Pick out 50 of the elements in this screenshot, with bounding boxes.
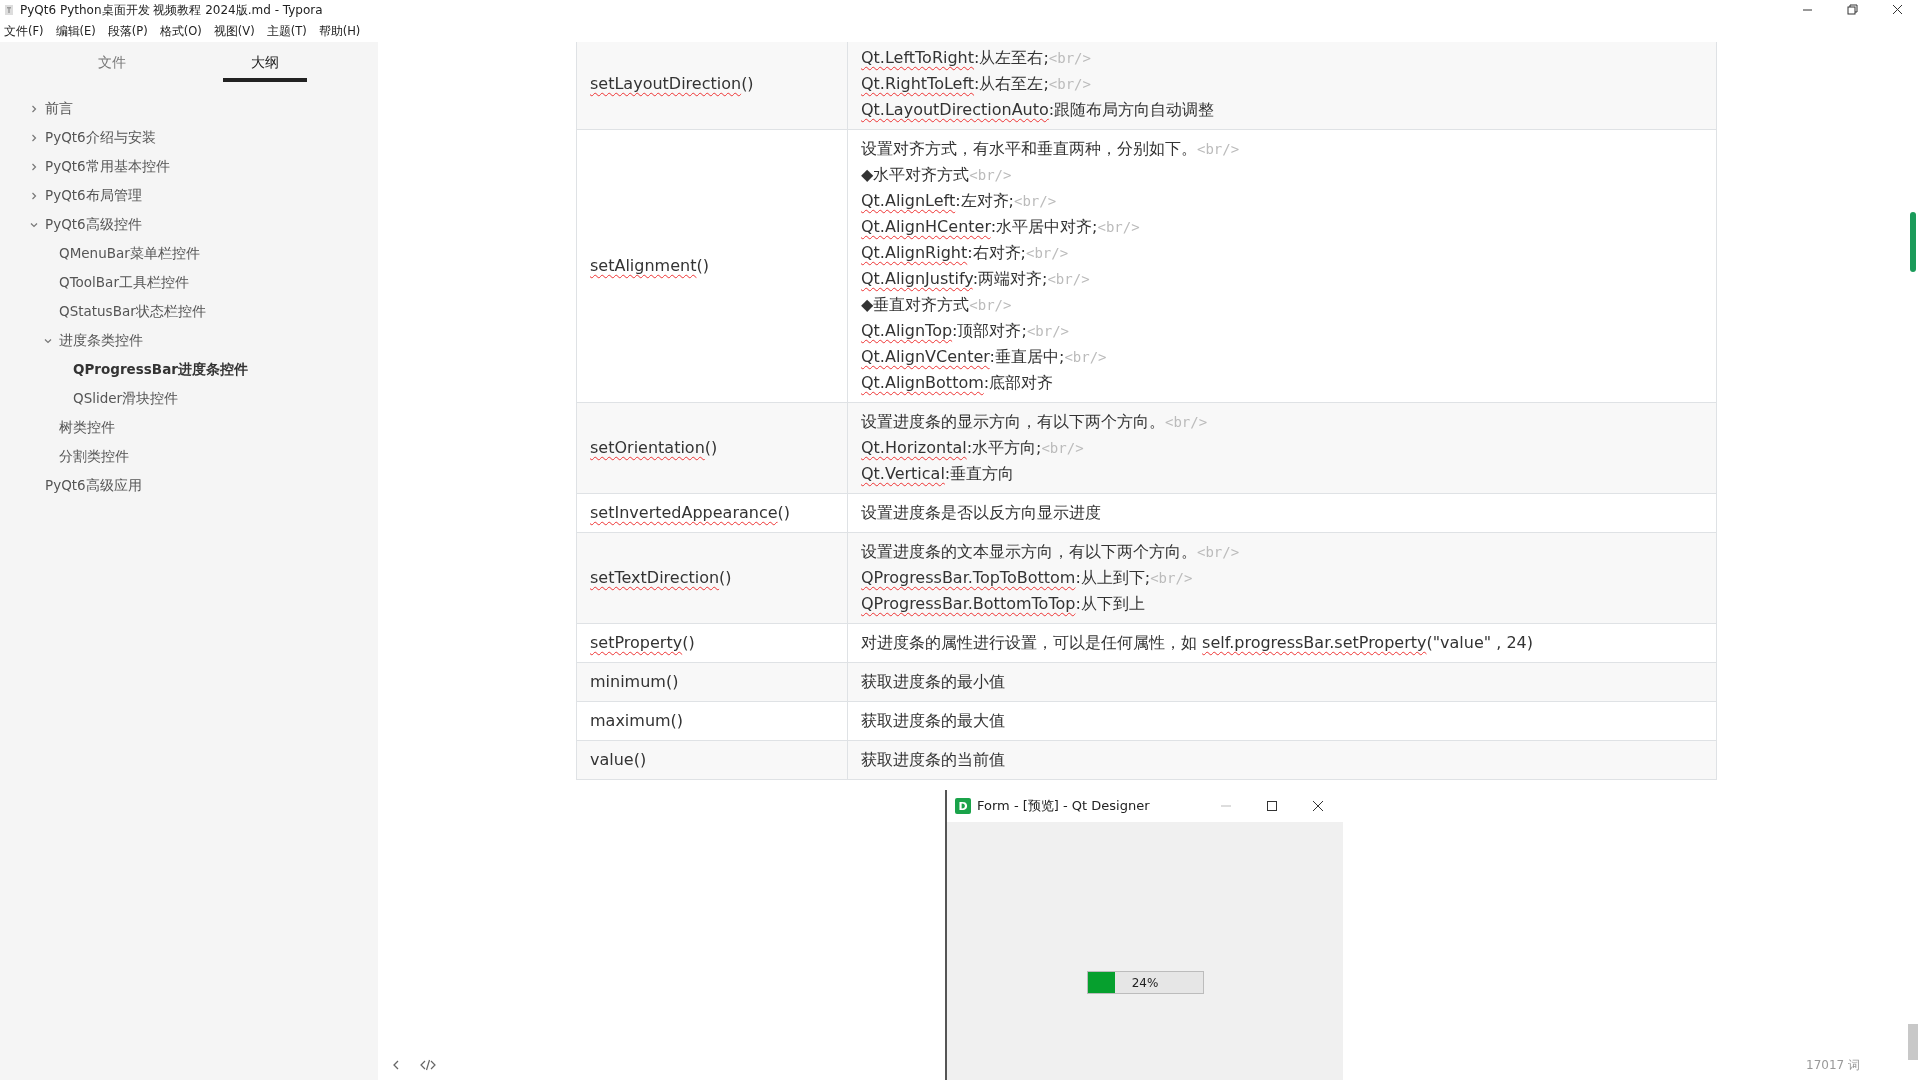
outline-item[interactable]: QSlider滑块控件 xyxy=(73,389,179,408)
table-cell: 设置进度条的显示方向，有以下两个方向。<br/> Qt.Horizontal:水平方向;<br/> Qt.Vertical:垂直方向 xyxy=(847,402,1717,494)
menu-item[interactable]: 文件(F) xyxy=(4,23,44,39)
table-cell: setOrientation() xyxy=(576,402,848,494)
table-cell: setAlignment() xyxy=(576,129,848,403)
outline-item[interactable]: PyQt6介绍与安装 xyxy=(45,128,156,147)
menu-item[interactable]: 帮助(H) xyxy=(318,23,361,39)
sidebar-tab[interactable]: 文件 xyxy=(34,54,189,82)
table-cell: setInvertedAppearance() xyxy=(576,493,848,533)
scroll-indicator xyxy=(1910,212,1916,272)
outline-item[interactable]: PyQt6高级控件 xyxy=(45,215,142,234)
progress-reading: 24% xyxy=(1130,974,1160,992)
window-title: Form - [预览] - Qt Designer xyxy=(977,797,1150,815)
outline-item[interactable]: 树类控件 xyxy=(59,418,115,437)
table-cell: value() xyxy=(576,740,848,780)
app-icon: D xyxy=(955,798,971,814)
outline-item[interactable]: QMenuBar菜单栏控件 xyxy=(59,244,200,263)
table-cell: setTextDirection() xyxy=(576,532,848,624)
app-icon xyxy=(4,4,14,16)
menu-item[interactable]: 段落(P) xyxy=(107,23,148,39)
table-cell: 获取进度条的当前值 xyxy=(847,740,1717,780)
table-cell: 对进度条的属性进行设置，可以是任何属性，如 self.progressBar.setProperty("value" , 24) xyxy=(847,623,1717,663)
outline-item[interactable]: QToolBar工具栏控件 xyxy=(59,273,189,292)
table-cell: 获取进度条的最小值 xyxy=(847,662,1717,702)
table-cell: setLayoutDirection() xyxy=(576,42,848,130)
sidebar-tab[interactable]: 大纲 xyxy=(223,54,307,82)
table-cell: 设置进度条的文本显示方向，有以下两个方向。<br/> QProgressBar.TopToBottom:从上到下;<br/> QProgressBar.BottomToTop:从下到上 xyxy=(847,532,1717,624)
scrollbar-thumb[interactable] xyxy=(1908,1024,1918,1060)
menu-item[interactable]: 视图(V) xyxy=(213,23,255,39)
table-cell: Qt.LeftToRight:从左至右;<br/> Qt.RightToLeft:从右至左;<br/> Qt.LayoutDirectionAuto:跟随布局方向自动调整 xyxy=(847,42,1717,130)
code-icon[interactable] xyxy=(418,1057,438,1073)
word-count: 17017 词 xyxy=(1806,1056,1860,1074)
table-cell: setProperty() xyxy=(576,623,848,663)
outline-item[interactable]: QProgressBar进度条控件 xyxy=(73,360,248,379)
outline-item[interactable]: 分割类控件 xyxy=(59,447,129,466)
table-cell: maximum() xyxy=(576,701,848,741)
table-cell: 设置对齐方式，有水平和垂直两种，分别如下。<br/> ◆水平对齐方式<br/> Qt.AlignLeft:左对齐;<br/> Qt.AlignHCenter:水平居中对齐;<br/> Qt.AlignRight:右对齐;<br/> Qt.AlignJustify:两端对齐;<br/> ◆垂直对齐方式<br/> Qt.AlignTop:顶部对齐;<br/> Qt.AlignVCenter:垂直居中;<br/> Qt.AlignBottom:底部对齐 xyxy=(847,129,1717,403)
table-cell: 设置进度条是否以反方向显示进度 xyxy=(847,493,1717,533)
menu-item[interactable]: 主题(T) xyxy=(266,23,307,39)
window-title: PyQt6 Python桌面开发 视频教程 2024版.md - Typora xyxy=(20,1,323,19)
outline-item[interactable]: 前言 xyxy=(45,99,73,118)
outline-item[interactable]: QStatusBar状态栏控件 xyxy=(59,302,206,321)
table-cell: minimum() xyxy=(576,662,848,702)
outline-item[interactable]: PyQt6常用基本控件 xyxy=(45,157,170,176)
menu-item[interactable]: 格式(O) xyxy=(159,23,202,39)
outline-item[interactable]: 进度条类控件 xyxy=(59,331,143,350)
outline-item[interactable]: PyQt6高级应用 xyxy=(45,476,142,495)
outline-item[interactable]: PyQt6布局管理 xyxy=(45,186,142,205)
menu-item[interactable]: 编辑(E) xyxy=(55,23,96,39)
table-cell: 获取进度条的最大值 xyxy=(847,701,1717,741)
